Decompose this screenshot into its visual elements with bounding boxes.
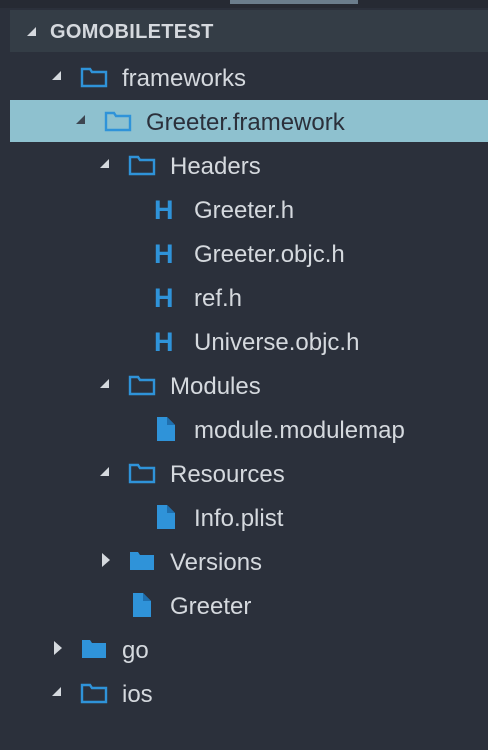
folder-open-icon xyxy=(104,111,132,132)
section-title: GOMOBILETEST xyxy=(50,21,214,43)
tree-item-label: Modules xyxy=(170,373,261,400)
header-file-icon: H xyxy=(154,239,174,269)
file-icon xyxy=(157,505,175,529)
caret-expanded-icon xyxy=(52,71,61,80)
tree-item-ref-h[interactable]: H ref.h xyxy=(10,276,488,318)
tree-item-go[interactable]: go xyxy=(10,628,488,670)
tree-item-label: module.modulemap xyxy=(194,417,405,444)
tree-item-label: Greeter.objc.h xyxy=(194,241,345,268)
tree-item-universe-objc-h[interactable]: H Universe.objc.h xyxy=(10,320,488,362)
tree-item-label: Greeter.framework xyxy=(146,109,345,136)
tree-item-greeter-framework[interactable]: Greeter.framework xyxy=(10,100,488,142)
caret-expanded-icon xyxy=(100,467,109,476)
tree-item-greeter-objc-h[interactable]: H Greeter.objc.h xyxy=(10,232,488,274)
tree-item-label: Info.plist xyxy=(194,505,284,532)
folder-closed-icon xyxy=(130,552,154,570)
tree-item-label: Greeter.h xyxy=(194,197,295,224)
tree-item-label: Resources xyxy=(170,461,285,488)
tree-item-module-modulemap[interactable]: module.modulemap xyxy=(10,408,488,450)
tree-item-label: Versions xyxy=(170,549,263,576)
header-file-icon: H xyxy=(154,283,174,313)
tree-item-headers[interactable]: Headers xyxy=(10,144,488,186)
folder-open-icon xyxy=(80,683,108,704)
tree-item-info-plist[interactable]: Info.plist xyxy=(10,496,488,538)
tree-item-label: ios xyxy=(122,681,153,708)
tree-item-label: frameworks xyxy=(122,65,247,92)
folder-closed-icon xyxy=(82,640,106,658)
tree-item-ios[interactable]: ios xyxy=(10,672,488,714)
tree-item-label: ref.h xyxy=(194,285,243,312)
folder-open-icon xyxy=(128,375,156,396)
caret-expanded-icon xyxy=(100,159,109,168)
folder-open-icon xyxy=(128,155,156,176)
caret-expanded-icon xyxy=(76,115,85,124)
tree-item-frameworks[interactable]: frameworks xyxy=(10,56,488,98)
active-tab-indicator xyxy=(230,0,358,4)
folder-open-icon xyxy=(80,67,108,88)
header-file-icon: H xyxy=(154,195,174,225)
caret-expanded-icon xyxy=(52,687,61,696)
tree-item-resources[interactable]: Resources xyxy=(10,452,488,494)
tree-item-greeter[interactable]: Greeter xyxy=(10,584,488,626)
file-explorer-panel: GOMOBILETEST frameworks Greeter.framewor… xyxy=(0,0,488,750)
header-file-icon: H xyxy=(154,327,174,357)
caret-expanded-icon xyxy=(100,379,109,388)
section-header[interactable]: GOMOBILETEST xyxy=(10,10,488,52)
file-icon xyxy=(133,593,151,617)
tree-item-greeter-h[interactable]: H Greeter.h xyxy=(10,188,488,230)
tree-item-label: Headers xyxy=(170,153,261,180)
tree-item-label: go xyxy=(122,637,149,664)
caret-collapsed-icon xyxy=(102,553,110,567)
caret-collapsed-icon xyxy=(54,641,62,655)
folder-open-icon xyxy=(128,463,156,484)
file-icon xyxy=(157,417,175,441)
tree-item-versions[interactable]: Versions xyxy=(10,540,488,582)
caret-expanded-icon xyxy=(27,27,36,36)
tree-item-label: Greeter xyxy=(170,593,252,620)
tree-item-label: Universe.objc.h xyxy=(194,329,360,356)
tree-item-modules[interactable]: Modules xyxy=(10,364,488,406)
